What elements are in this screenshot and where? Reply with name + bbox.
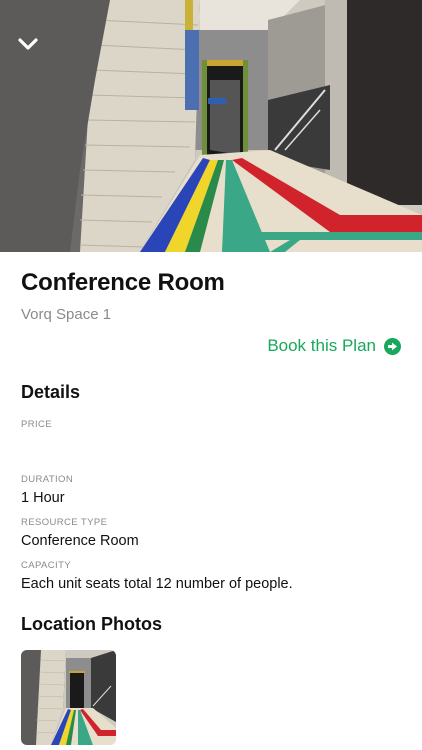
resource-type-label: RESOURCE TYPE (21, 517, 108, 528)
chevron-down-icon (18, 38, 38, 50)
page-title: Conference Room (21, 269, 225, 296)
back-button[interactable] (14, 30, 42, 58)
price-label: PRICE (21, 419, 53, 430)
duration-value: 1 Hour (21, 490, 65, 506)
price-value (21, 434, 401, 452)
duration-label: DURATION (21, 474, 74, 485)
plan-details: Conference Room Vorq Space 1 Book this P… (0, 252, 422, 745)
corridor-photo (0, 0, 422, 252)
resource-type-field: RESOURCE TYPE Conference Room (21, 517, 401, 550)
duration-field: DURATION 1 Hour (21, 474, 401, 507)
hero-image (0, 0, 422, 252)
book-plan-label: Book this Plan (267, 336, 376, 355)
arrow-right-circle-icon (384, 337, 401, 355)
details-heading: Details (21, 382, 81, 402)
capacity-value: Each unit seats total 12 number of peopl… (21, 576, 293, 592)
book-plan-button[interactable]: Book this Plan (267, 336, 401, 356)
location-photos-heading: Location Photos (21, 614, 162, 634)
corridor-photo-thumbnail (21, 650, 116, 745)
resource-type-value: Conference Room (21, 533, 139, 549)
capacity-label: CAPACITY (21, 560, 72, 571)
space-name: Vorq Space 1 (21, 306, 112, 323)
location-photo-thumbnail[interactable] (21, 650, 116, 745)
book-row: Book this Plan (21, 333, 401, 359)
price-field: PRICE (21, 419, 401, 452)
capacity-field: CAPACITY Each unit seats total 12 number… (21, 560, 401, 593)
